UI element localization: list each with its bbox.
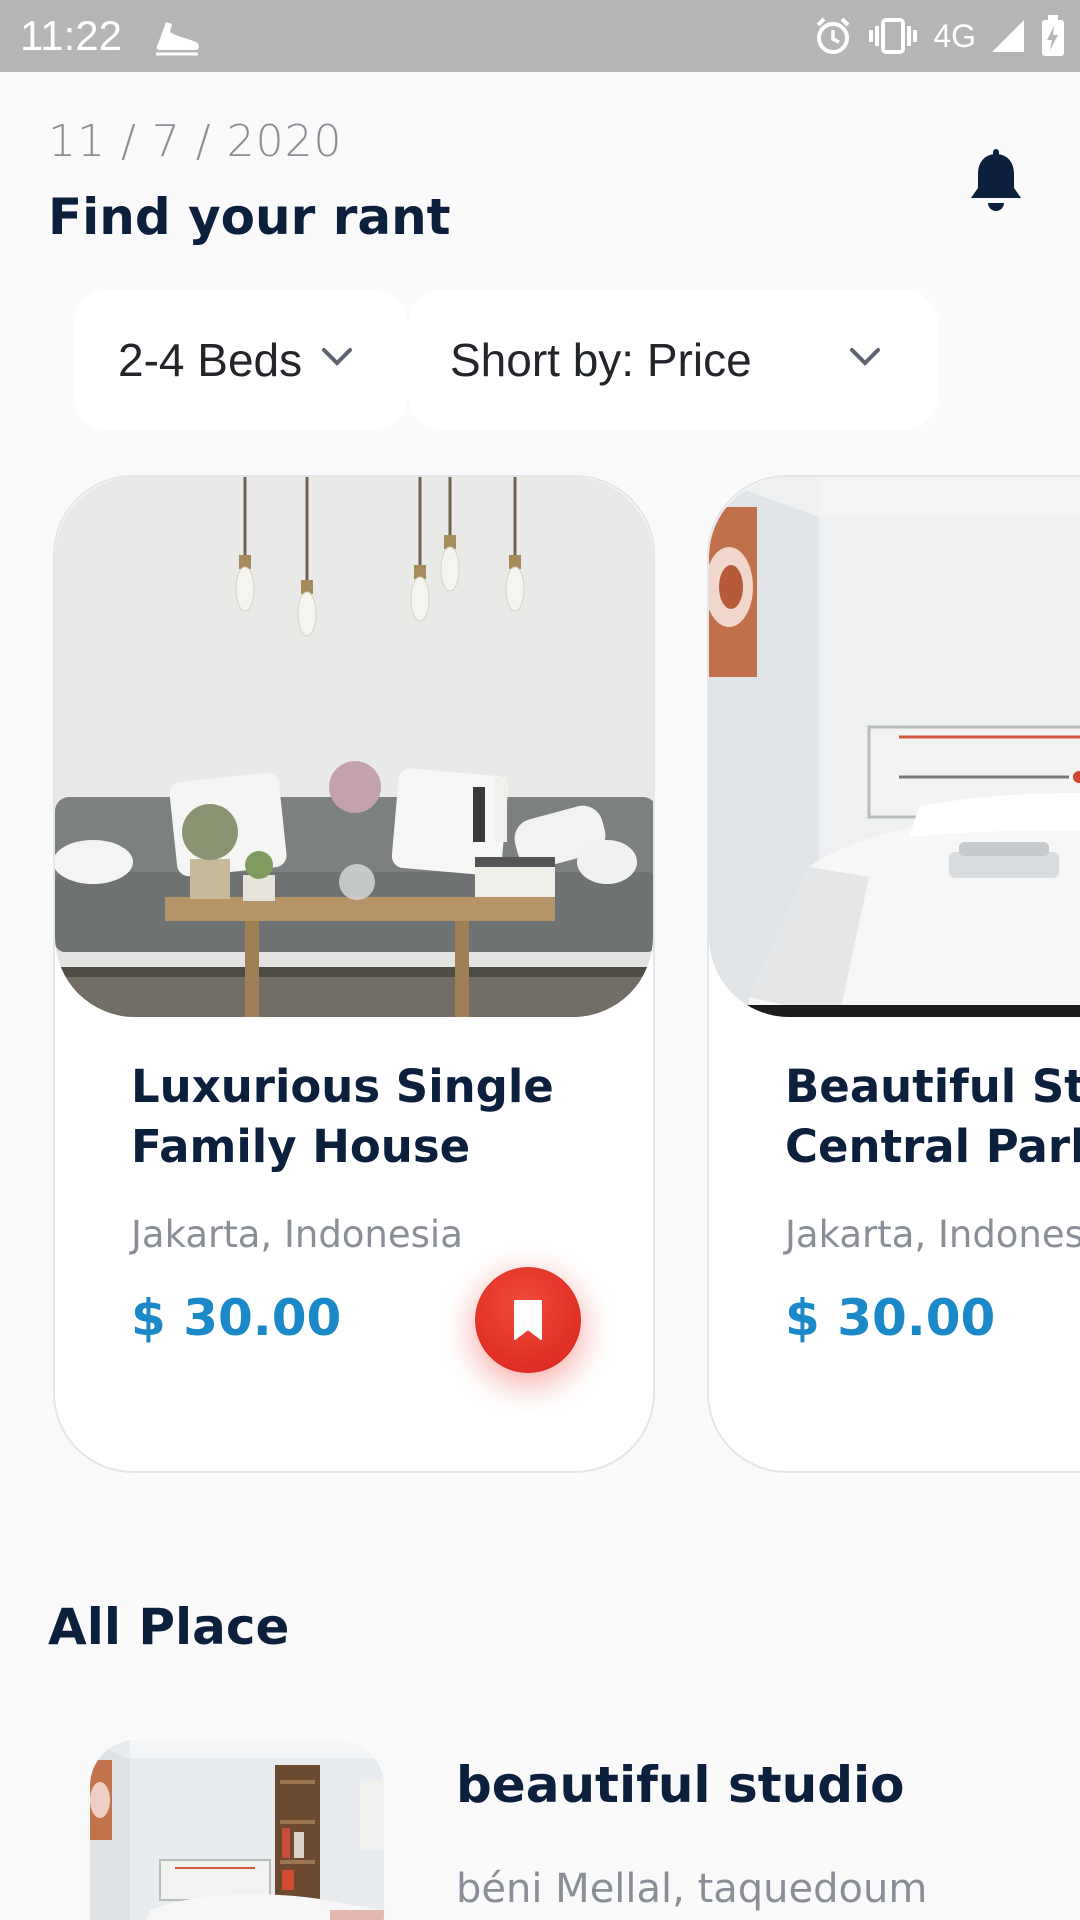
beds-filter-label: 2-4 Beds <box>118 334 303 386</box>
bookmark-button[interactable] <box>475 1267 581 1373</box>
alarm-icon <box>816 17 850 54</box>
status-icons: 4G <box>813 10 1066 62</box>
property-location: Jakarta, Indonesia <box>131 1213 463 1256</box>
signal-icon <box>992 20 1024 52</box>
property-title-line: Beautiful Stud <box>785 1060 1080 1113</box>
network-type: 4G <box>933 17 976 54</box>
status-time: 11:22 <box>20 12 122 59</box>
property-card[interactable]: Beautiful Stud Central Park I Jakarta, I… <box>707 475 1080 1473</box>
place-location: béni Mellal, taquedoum <box>456 1866 928 1912</box>
property-price: $ 30.00 <box>131 1289 342 1347</box>
shoe-icon <box>156 22 199 56</box>
bedroom-photo <box>709 477 1080 1017</box>
property-price: $ 30.00 <box>785 1289 996 1347</box>
property-card[interactable]: Luxurious Single Family House Jakarta, I… <box>53 475 655 1473</box>
chevron-down-icon <box>322 348 352 366</box>
sort-dropdown[interactable]: Short by: Price <box>408 290 938 430</box>
section-title-all-place: All Place <box>48 1598 290 1656</box>
vibrate-icon <box>869 18 918 54</box>
living-room-photo <box>55 477 653 1017</box>
bookmark-icon <box>514 1300 542 1340</box>
property-title-line: Family House <box>131 1120 471 1173</box>
studio-photo[interactable] <box>90 1740 384 1920</box>
sort-label: Short by: Price <box>450 334 752 386</box>
beds-filter-dropdown[interactable]: 2-4 Beds <box>74 290 408 430</box>
status-bar: 11:22 4G <box>0 0 1080 72</box>
page-title: Find your rant <box>48 188 451 246</box>
chevron-down-icon <box>850 348 880 366</box>
battery-charging-icon <box>1042 15 1064 56</box>
featured-carousel[interactable]: Luxurious Single Family House Jakarta, I… <box>0 475 1080 1475</box>
property-title[interactable]: Luxurious Single Family House <box>131 1057 651 1177</box>
property-title-line: Central Park I <box>785 1120 1080 1173</box>
property-location: Jakarta, Indones <box>785 1213 1080 1256</box>
place-name[interactable]: beautiful studio <box>456 1756 905 1814</box>
property-title[interactable]: Beautiful Stud Central Park I <box>785 1057 1080 1177</box>
property-title-line: Luxurious Single <box>131 1060 554 1113</box>
current-date: 11 / 7 / 2020 <box>48 116 343 167</box>
bell-icon[interactable] <box>966 148 1026 214</box>
